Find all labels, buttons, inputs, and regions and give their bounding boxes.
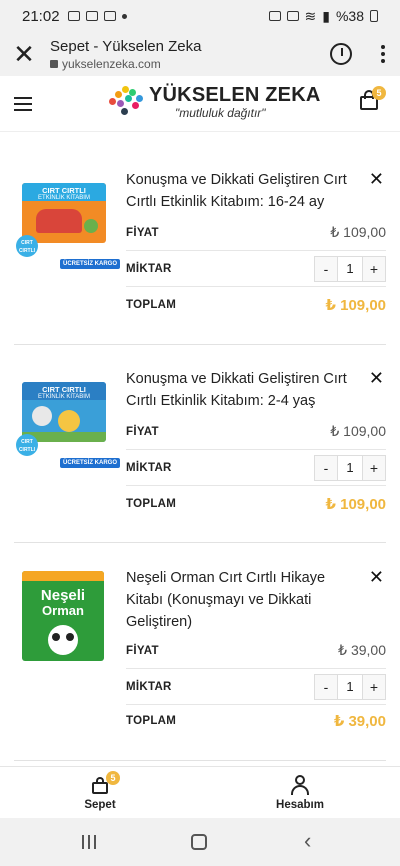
free-shipping-badge: ÜCRETSİZ KARGO [60,259,120,269]
increase-qty-button[interactable]: + [363,455,385,480]
price-value: ₺ 39,00 [338,642,386,658]
item-divider [14,760,386,761]
decrease-qty-button[interactable]: - [315,674,337,699]
brand-slogan: "mutluluk dağıtır" [175,106,266,120]
decrease-qty-button[interactable]: - [315,256,337,281]
user-icon [290,775,310,795]
total-row: TOPLAM ₺ 39,00 [126,703,386,739]
product-image[interactable]: CIRT CIRTLI ETKİNLİK KİTABIM [22,183,106,243]
site-logo[interactable]: YÜKSELEN ZEKA "mutluluk dağıtır" [107,82,320,126]
product-image[interactable]: CIRT CIRTLI ETKİNLİK KİTABIM [22,382,106,442]
total-value: ₺ 109,00 [325,496,386,513]
bottom-nav-account[interactable]: Hesabım [200,767,400,818]
header-cart-badge: 5 [372,86,386,100]
android-nav-bar: ‹ [0,818,400,866]
alarm-icon [286,11,299,21]
price-row: FİYAT ₺ 109,00 [126,414,386,450]
more-options-icon[interactable] [378,45,388,63]
quantity-stepper: - 1 + [314,454,386,481]
lock-icon [50,59,58,68]
product-sticker: CIRT CIRTLI [16,235,38,257]
back-icon[interactable]: ‹ [304,830,311,852]
price-row: FİYAT ₺ 39,00 [126,633,386,669]
quantity-stepper: - 1 + [314,673,386,700]
remove-item-icon[interactable]: ✕ [369,169,384,190]
product-sticker: CIRT CIRTLI [16,434,38,456]
browser-page-title: Sepet - Yükselen Zeka [50,37,202,55]
total-row: TOPLAM ₺ 109,00 [126,287,386,323]
wifi-icon: ≋ [304,7,317,24]
bottom-nav: 5 Sepet Hesabım [0,766,400,818]
brand-name: YÜKSELEN ZEKA [149,84,321,106]
total-value: ₺ 109,00 [325,297,386,314]
notification-icons [67,11,127,21]
logo-mark-icon [107,86,145,120]
header-cart-button[interactable]: 5 [358,86,386,112]
status-bar: 21:02 ≋ ▮ %38 [0,0,400,32]
price-label: FİYAT [126,425,159,438]
quantity-stepper: - 1 + [314,255,386,282]
qty-row: MİKTAR - 1 + [126,450,386,486]
quantity-input[interactable]: 1 [337,455,363,480]
price-label: FİYAT [126,226,159,239]
site-header: YÜKSELEN ZEKA "mutluluk dağıtır" 5 [0,76,400,132]
price-value: ₺ 109,00 [330,224,386,240]
item-divider [14,344,386,345]
gallery-icon [103,11,116,21]
remove-item-icon[interactable]: ✕ [369,567,384,588]
bottom-nav-account-label: Hesabım [276,799,324,811]
home-icon[interactable] [191,834,207,850]
signal-icon: ▮ [322,7,330,24]
increase-qty-button[interactable]: + [363,674,385,699]
price-label: FİYAT [126,644,159,657]
browser-url[interactable]: yukselenzeka.com [50,57,330,71]
browser-bar: ✕ Sepet - Yükselen Zeka yukselenzeka.com [0,32,400,76]
battery-percent: %38 [335,8,364,24]
total-label: TOPLAM [126,498,177,510]
status-time: 21:02 [22,7,60,25]
remove-item-icon[interactable]: ✕ [369,368,384,389]
close-tab-icon[interactable]: ✕ [12,39,36,70]
history-icon[interactable] [330,43,352,65]
notification-icon [67,11,80,21]
item-divider [14,542,386,543]
product-name[interactable]: Konuşma ve Dikkati Geliştiren Cırt Cırtl… [126,169,358,213]
more-notifications-icon [121,13,127,19]
url-text: yukselenzeka.com [62,56,161,71]
bottom-nav-cart-label: Sepet [84,799,116,811]
lock-status-icon [268,11,281,21]
total-row: TOPLAM ₺ 109,00 [126,486,386,522]
product-image[interactable]: Neşeli Orman [22,571,104,661]
qty-label: MİKTAR [126,680,172,693]
price-value: ₺ 109,00 [330,423,386,439]
product-name[interactable]: Neşeli Orman Cırt Cırtlı Hikaye Kitabı (… [126,567,358,633]
price-row: FİYAT ₺ 109,00 [126,215,386,251]
decrease-qty-button[interactable]: - [315,455,337,480]
bottom-cart-badge: 5 [106,771,120,785]
menu-icon[interactable] [14,96,32,111]
quantity-input[interactable]: 1 [337,674,363,699]
total-value: ₺ 39,00 [333,713,386,730]
total-label: TOPLAM [126,715,177,727]
qty-row: MİKTAR - 1 + [126,251,386,287]
qty-label: MİKTAR [126,262,172,275]
youtube-icon [85,11,98,21]
bottom-nav-cart[interactable]: 5 Sepet [0,767,200,818]
browser-titles: Sepet - Yükselen Zeka yukselenzeka.com [50,38,330,71]
quantity-input[interactable]: 1 [337,256,363,281]
qty-label: MİKTAR [126,461,172,474]
free-shipping-badge: ÜCRETSİZ KARGO [60,458,120,468]
product-name[interactable]: Konuşma ve Dikkati Geliştiren Cırt Cırtl… [126,368,358,412]
recent-apps-icon[interactable] [82,835,96,849]
total-label: TOPLAM [126,299,177,311]
increase-qty-button[interactable]: + [363,256,385,281]
battery-icon [370,10,378,22]
qty-row: MİKTAR - 1 + [126,669,386,705]
